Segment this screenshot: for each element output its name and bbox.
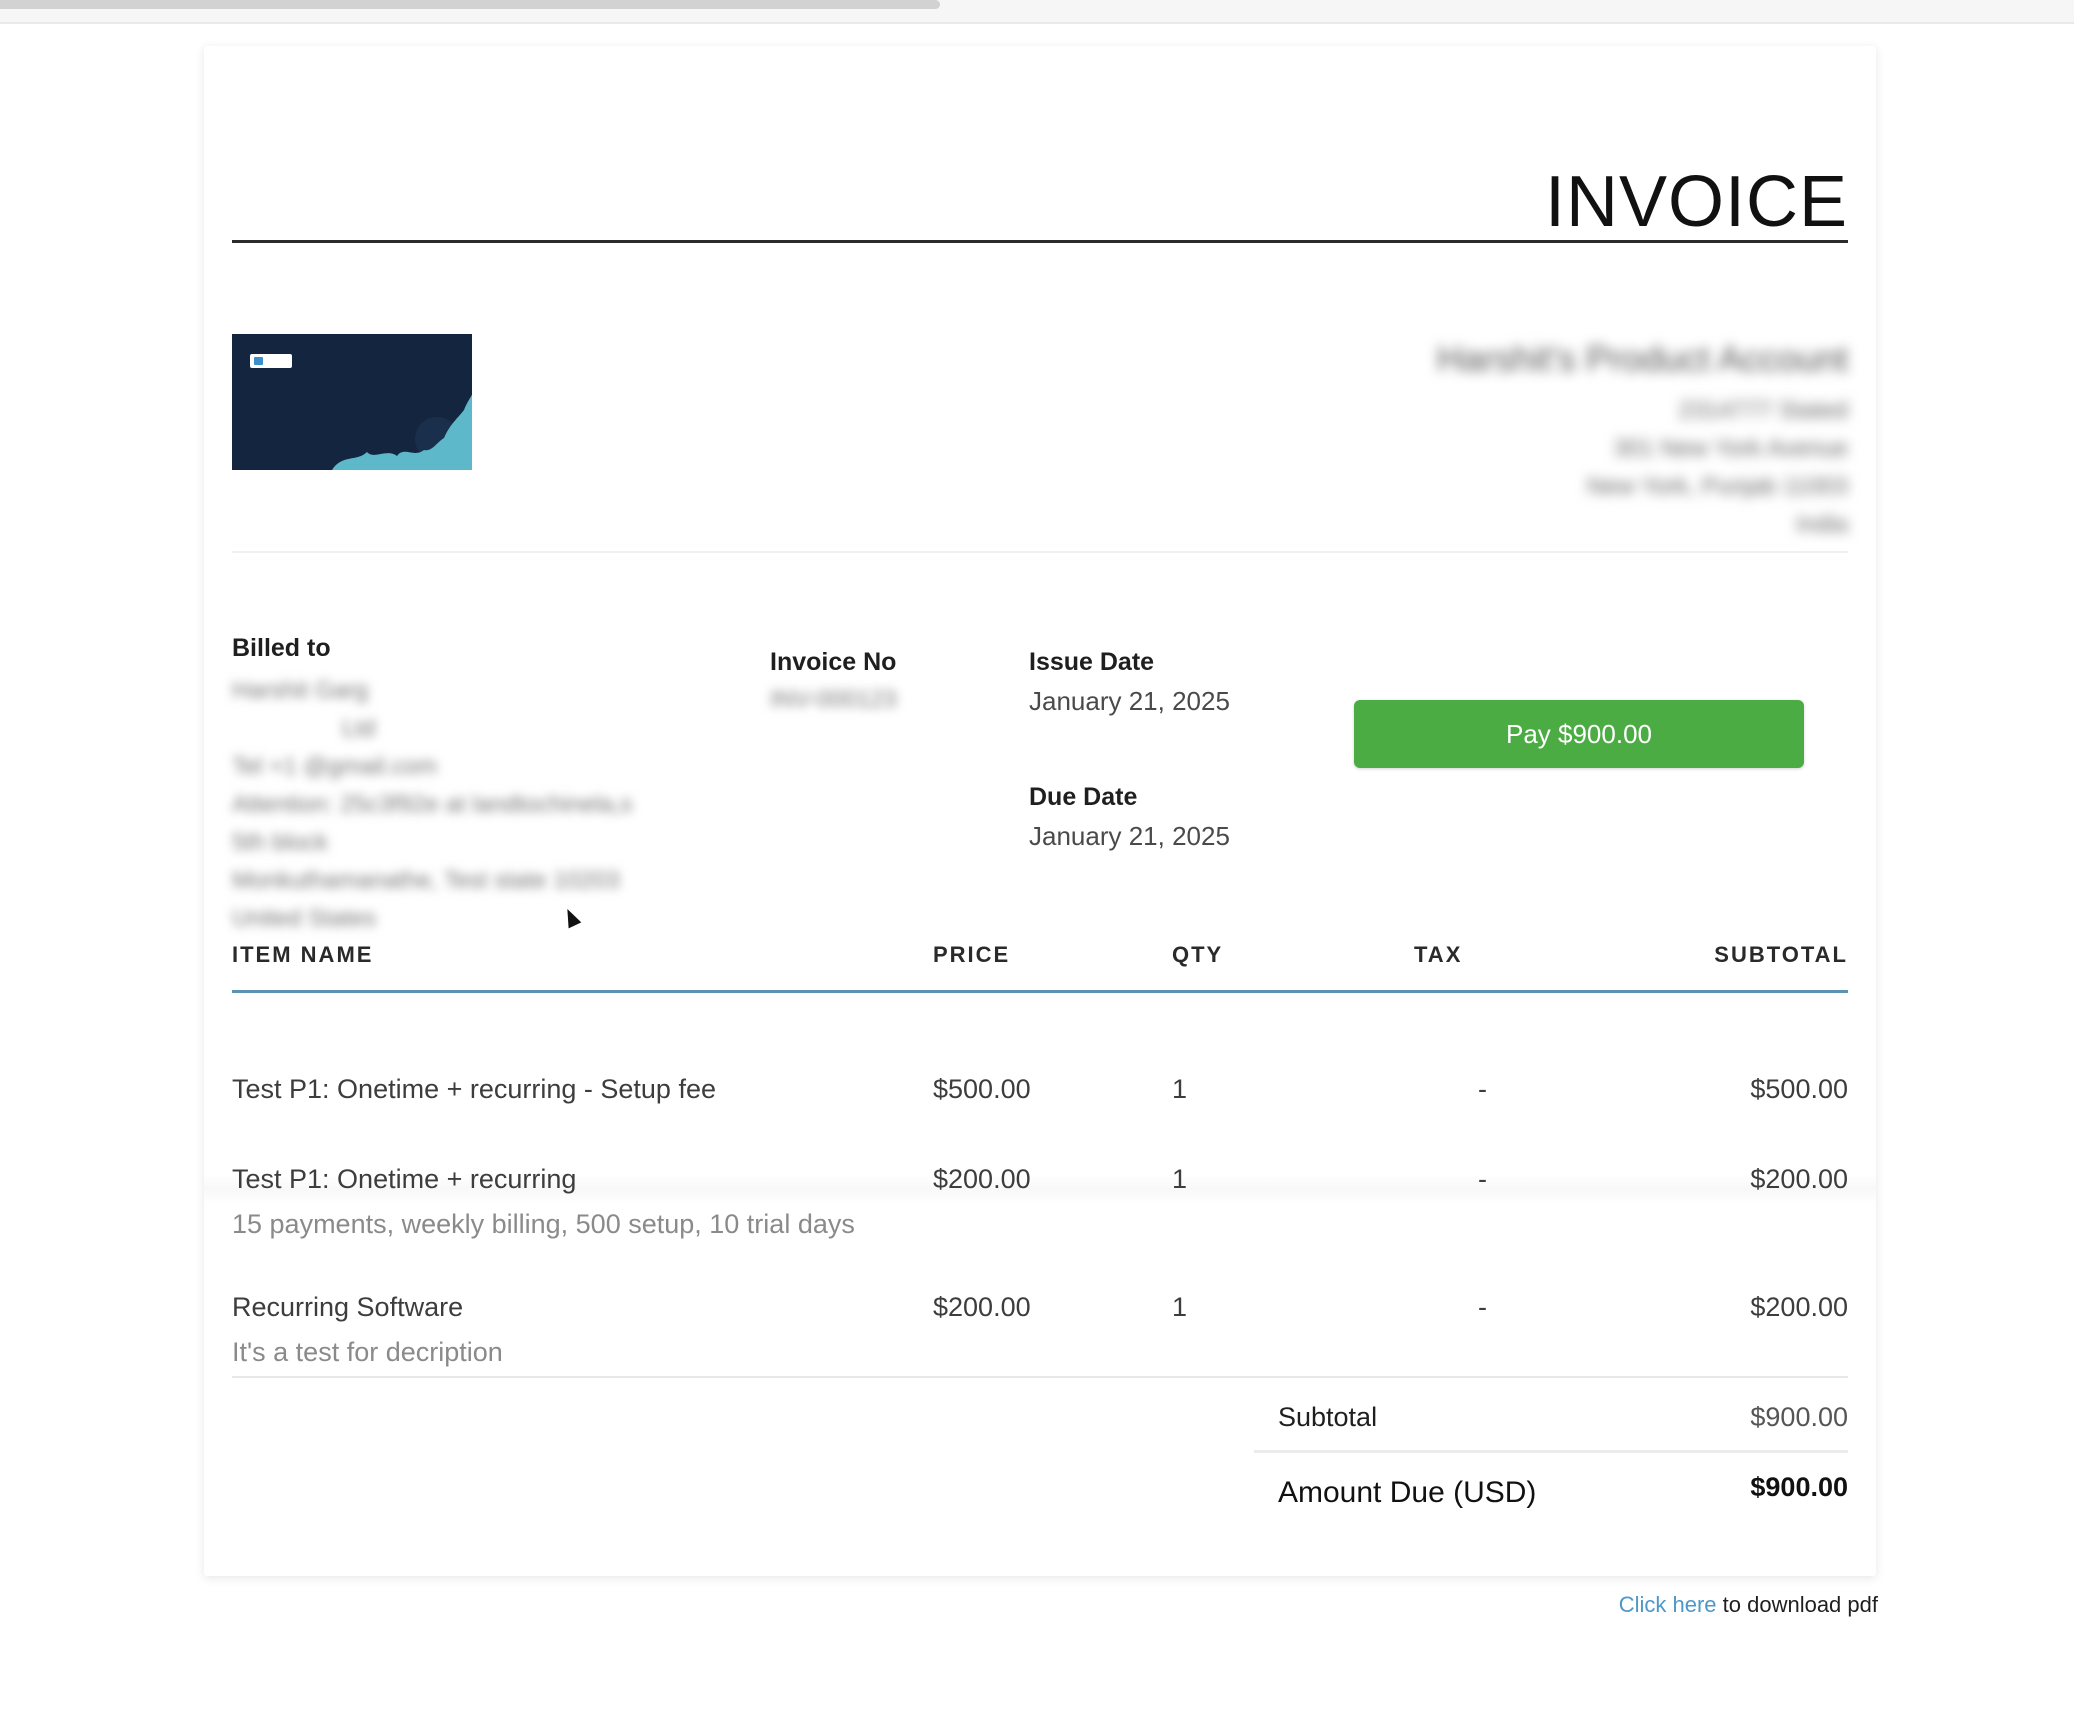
subtotal-label: Subtotal <box>1278 1402 1378 1432</box>
invoice-title: INVOICE <box>1544 162 1848 242</box>
download-pdf-suffix: to download pdf <box>1716 1592 1878 1617</box>
item-tax: - <box>1478 1164 1487 1194</box>
billed-to-line: 5th block <box>232 829 329 856</box>
item-name: Test P1: Onetime + recurring <box>232 1164 577 1194</box>
billed-to-line: Ltd <box>342 715 376 742</box>
invoice-no-label: Invoice No <box>770 648 897 676</box>
item-qty: 1 <box>1172 1292 1188 1322</box>
header-divider <box>232 551 1848 553</box>
company-address: Harshit's Product Account 2314777 Stated… <box>1437 338 1848 544</box>
billed-to-line: Monkuthamanathe, Test state 10203 <box>232 867 620 894</box>
item-name: Recurring Software <box>232 1292 464 1322</box>
company-logo <box>232 334 472 470</box>
title-divider <box>232 240 1848 243</box>
subtotal-value: $900.00 <box>1750 1402 1848 1432</box>
item-description: 15 payments, weekly billing, 500 setup, … <box>232 1209 855 1239</box>
column-header-item-name: ITEM NAME <box>232 942 374 967</box>
invoice-no-value: INV-000123 <box>770 686 897 713</box>
issue-date-label: Issue Date <box>1029 648 1155 676</box>
item-qty: 1 <box>1172 1164 1188 1194</box>
item-price: $200.00 <box>933 1164 1031 1194</box>
item-subtotal: $500.00 <box>1750 1074 1848 1104</box>
item-subtotal: $200.00 <box>1750 1292 1848 1322</box>
download-pdf-link[interactable]: Click here <box>1619 1592 1717 1617</box>
column-header-tax: TAX <box>1414 942 1463 967</box>
billed-to-address: Harshit Garg Ltd Tel +1 @gmail.com Atten… <box>232 672 632 938</box>
amount-due-divider <box>1254 1450 1848 1453</box>
page-load-progress <box>0 0 940 9</box>
table-header-divider <box>232 990 1848 993</box>
company-address-line: India <box>1795 511 1848 538</box>
item-price: $200.00 <box>933 1292 1031 1322</box>
company-name: Harshit's Product Account <box>1436 338 1848 379</box>
amount-due-label: Amount Due (USD) <box>1278 1476 1537 1509</box>
item-name: Test P1: Onetime + recurring - Setup fee <box>232 1074 716 1104</box>
item-tax: - <box>1478 1074 1487 1104</box>
billed-to-line: Harshit Garg <box>232 677 369 704</box>
due-date-label: Due Date <box>1029 783 1138 811</box>
item-description: It's a test for decription <box>232 1337 503 1367</box>
invoice-card: INVOICE Harshit's Product Account 231477… <box>204 46 1876 1576</box>
item-qty: 1 <box>1172 1074 1188 1104</box>
due-date-value: January 21, 2025 <box>1029 821 1230 851</box>
column-header-subtotal: SUBTOTAL <box>1714 942 1848 967</box>
billed-to-label: Billed to <box>232 634 331 662</box>
billed-to-line: Attention: 25c3f92e at landtochinela,s <box>232 791 633 818</box>
item-subtotal: $200.00 <box>1750 1164 1848 1194</box>
item-price: $500.00 <box>933 1074 1031 1104</box>
browser-top-bar <box>0 0 2074 24</box>
logo-wave-icon <box>332 394 472 470</box>
amount-due-value: $900.00 <box>1750 1472 1848 1502</box>
company-address-line: New York, Punjab 11003 <box>1586 473 1848 500</box>
item-tax: - <box>1478 1292 1487 1322</box>
totals-divider <box>232 1376 1848 1378</box>
download-pdf-note: Click here to download pdf <box>1619 1592 1878 1618</box>
issue-date-value: January 21, 2025 <box>1029 686 1230 716</box>
billed-to-line: Tel +1 @gmail.com <box>232 753 438 780</box>
column-header-price: PRICE <box>933 942 1011 967</box>
pay-button[interactable]: Pay $900.00 <box>1354 700 1804 768</box>
company-address-line: 301 New York Avenue <box>1613 435 1848 462</box>
column-header-qty: QTY <box>1172 942 1224 967</box>
company-address-line: 2314777 Stated <box>1678 397 1849 424</box>
